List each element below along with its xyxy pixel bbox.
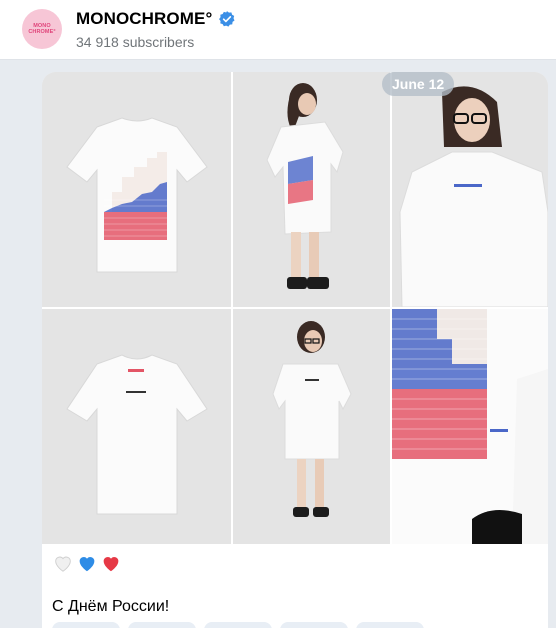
hearts-row bbox=[52, 550, 542, 576]
channel-avatar[interactable]: MONO CHROME° bbox=[22, 9, 62, 49]
post-caption: С Днём России! bbox=[52, 550, 542, 616]
reaction-chip[interactable] bbox=[128, 622, 196, 628]
tshirt-front-photo[interactable] bbox=[42, 309, 231, 544]
verified-badge-icon bbox=[219, 11, 235, 27]
reaction-chip[interactable] bbox=[52, 622, 120, 628]
model-full-front-photo[interactable] bbox=[233, 309, 390, 544]
model-side-flag-photo[interactable] bbox=[233, 72, 390, 307]
white-heart-icon bbox=[55, 556, 71, 572]
red-heart-icon bbox=[103, 557, 119, 572]
post-text: С Днём России! bbox=[52, 598, 170, 615]
channel-title-row[interactable]: MONOCHROME° bbox=[76, 9, 236, 29]
model-front-closeup-photo[interactable] bbox=[392, 72, 548, 307]
photo-album-grid: June 12 bbox=[42, 72, 548, 544]
reaction-chip[interactable] bbox=[204, 622, 272, 628]
flag-print-closeup-photo[interactable] bbox=[392, 309, 548, 544]
blue-heart-icon bbox=[79, 557, 95, 572]
channel-post: June 12 С Днём России! bbox=[42, 72, 548, 628]
channel-name[interactable]: MONOCHROME° bbox=[76, 9, 212, 29]
reactions-bar bbox=[52, 622, 424, 628]
subscriber-count: 34 918 subscribers bbox=[76, 34, 195, 50]
post-date-badge: June 12 bbox=[382, 72, 455, 96]
reaction-chip[interactable] bbox=[356, 622, 424, 628]
tshirt-flag-back-photo[interactable] bbox=[42, 72, 231, 307]
avatar-logo-text: MONO CHROME° bbox=[28, 23, 56, 35]
reaction-chip[interactable] bbox=[280, 622, 348, 628]
channel-header: MONO CHROME° MONOCHROME° 34 918 subscrib… bbox=[0, 0, 556, 60]
